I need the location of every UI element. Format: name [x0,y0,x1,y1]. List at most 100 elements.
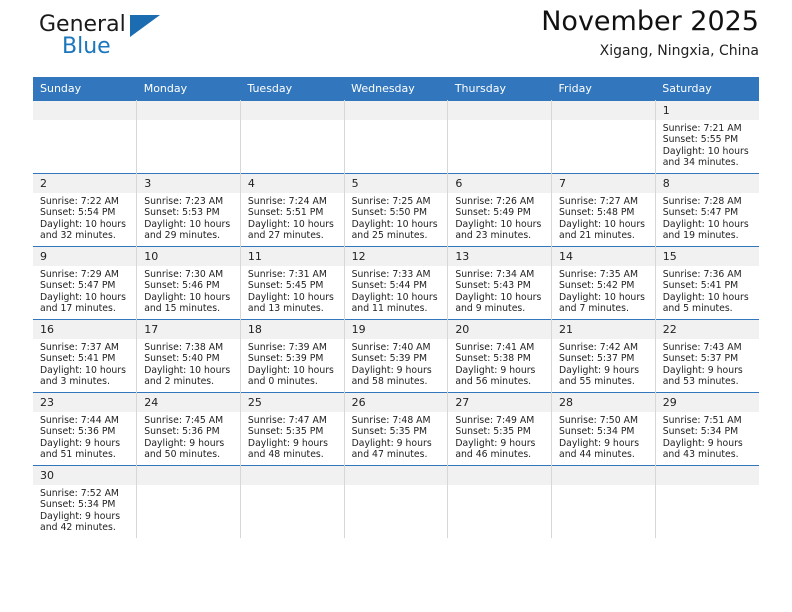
daylight-text: Daylight: 10 hours and 9 minutes. [455,291,542,315]
page-header: General Blue November 2025 Xigang, Ningx… [33,0,759,72]
sunrise-text: Sunrise: 7:33 AM [351,269,431,280]
calendar-day-cell[interactable]: 11 Sunrise: 7:31 AM Sunset: 5:45 PM Dayligh… [240,246,345,320]
day-number [33,101,137,120]
day-number: 23 [33,393,137,412]
calendar-header-row: Sunday Monday Tuesday Wednesday Thursday… [33,77,759,101]
sunrise-text: Sunrise: 7:24 AM [247,196,327,207]
day-sun-info: Sunrise: 7:48 AM Sunset: 5:35 PM Daylight:… [345,412,448,461]
calendar-week-row: 30 Sunrise: 7:52 AM Sunset: 5:34 PM Dayligh… [33,465,759,538]
calendar-day-cell[interactable]: 23 Sunrise: 7:44 AM Sunset: 5:36 PM Dayligh… [33,392,138,466]
day-number: 5 [344,174,448,193]
sunset-text: Sunset: 5:51 PM [247,207,324,219]
daylight-text: Daylight: 10 hours and 17 minutes. [40,291,126,315]
day-number: 10 [137,247,240,266]
page-subtitle: Xigang, Ningxia, China [599,43,759,60]
calendar-day-cell[interactable]: 30 Sunrise: 7:52 AM Sunset: 5:34 PM Dayligh… [33,465,138,538]
daylight-text: Daylight: 10 hours and 11 minutes. [351,291,438,315]
sunset-text: Sunset: 5:53 PM [144,207,220,219]
daylight-text: Daylight: 9 hours and 56 minutes. [455,364,536,388]
sunset-text: Sunset: 5:35 PM [351,426,428,438]
calendar-day-cell[interactable]: 21 Sunrise: 7:42 AM Sunset: 5:37 PM Dayligh… [551,319,656,393]
sunset-text: Sunset: 5:48 PM [559,207,635,219]
sunrise-text: Sunrise: 7:43 AM [662,342,742,353]
calendar-day-cell[interactable]: 15 Sunrise: 7:36 AM Sunset: 5:41 PM Dayligh… [655,246,759,320]
day-sun-info: Sunrise: 7:43 AM Sunset: 5:37 PM Daylight:… [656,339,759,388]
calendar-day-cell[interactable]: 8 Sunrise: 7:28 AM Sunset: 5:47 PM Daylight… [655,173,759,247]
calendar-day-cell[interactable]: 9 Sunrise: 7:29 AM Sunset: 5:47 PM Daylight… [33,246,138,320]
daylight-text: Daylight: 9 hours and 46 minutes. [455,437,536,461]
sunset-text: Sunset: 5:36 PM [144,426,220,438]
daylight-text: Daylight: 10 hours and 25 minutes. [351,218,438,242]
daylight-text: Daylight: 9 hours and 51 minutes. [40,437,121,461]
day-number: 17 [137,320,240,339]
calendar-week-row: 16 Sunrise: 7:37 AM Sunset: 5:41 PM Dayligh… [33,319,759,393]
sunrise-text: Sunrise: 7:26 AM [455,196,535,207]
calendar-day-cell[interactable]: 17 Sunrise: 7:38 AM Sunset: 5:40 PM Dayligh… [136,319,241,393]
day-sun-info: Sunrise: 7:45 AM Sunset: 5:36 PM Daylight:… [137,412,240,461]
calendar-day-cell[interactable]: 27 Sunrise: 7:49 AM Sunset: 5:35 PM Dayligh… [447,392,553,466]
title-block: November 2025 Xigang, Ningxia, China [541,6,759,59]
calendar-day-cell[interactable]: 1 Sunrise: 7:21 AM Sunset: 5:55 PM Daylight… [655,100,759,174]
sunrise-text: Sunrise: 7:27 AM [559,196,638,207]
sunrise-text: Sunrise: 7:51 AM [662,415,742,426]
sunset-text: Sunset: 5:42 PM [559,280,635,292]
sunrise-text: Sunrise: 7:29 AM [40,269,119,280]
calendar-day-cell[interactable]: 13 Sunrise: 7:34 AM Sunset: 5:43 PM Dayligh… [447,246,553,320]
calendar-day-cell[interactable]: 2 Sunrise: 7:22 AM Sunset: 5:54 PM Daylight… [33,173,138,247]
calendar-day-cell[interactable]: 22 Sunrise: 7:43 AM Sunset: 5:37 PM Dayligh… [655,319,759,393]
day-sun-info: Sunrise: 7:50 AM Sunset: 5:34 PM Daylight:… [552,412,655,461]
calendar-day-cell[interactable]: 14 Sunrise: 7:35 AM Sunset: 5:42 PM Dayligh… [551,246,656,320]
calendar-day-cell[interactable]: 26 Sunrise: 7:48 AM Sunset: 5:35 PM Dayligh… [344,392,449,466]
day-number: 19 [344,320,448,339]
daylight-text: Daylight: 9 hours and 58 minutes. [351,364,432,388]
day-number: 1 [655,101,759,120]
calendar-day-cell[interactable]: 25 Sunrise: 7:47 AM Sunset: 5:35 PM Dayligh… [240,392,345,466]
brand-logo[interactable]: General Blue [33,12,213,68]
day-number: 4 [240,174,344,193]
day-number: 14 [552,247,655,266]
day-number: 8 [655,174,759,193]
sunset-text: Sunset: 5:35 PM [247,426,324,438]
day-sun-info: Sunrise: 7:31 AM Sunset: 5:45 PM Daylight:… [241,266,344,315]
calendar-day-cell[interactable]: 29 Sunrise: 7:51 AM Sunset: 5:34 PM Dayligh… [655,392,759,466]
day-sun-info: Sunrise: 7:36 AM Sunset: 5:41 PM Daylight:… [656,266,759,315]
daylight-text: Daylight: 10 hours and 32 minutes. [40,218,126,242]
sunset-text: Sunset: 5:41 PM [662,280,739,292]
day-sun-info: Sunrise: 7:42 AM Sunset: 5:37 PM Daylight:… [552,339,655,388]
calendar-day-cell[interactable]: 20 Sunrise: 7:41 AM Sunset: 5:38 PM Dayligh… [447,319,553,393]
daylight-text: Daylight: 10 hours and 0 minutes. [247,364,334,388]
day-number: 11 [240,247,344,266]
calendar-day-cell[interactable]: 5 Sunrise: 7:25 AM Sunset: 5:50 PM Daylight… [344,173,449,247]
day-number: 21 [552,320,655,339]
day-sun-info: Sunrise: 7:33 AM Sunset: 5:44 PM Daylight:… [345,266,448,315]
calendar-day-cell[interactable]: 24 Sunrise: 7:45 AM Sunset: 5:36 PM Dayligh… [136,392,241,466]
day-number [448,466,552,485]
sunset-text: Sunset: 5:37 PM [662,353,739,365]
calendar-week-row: 1 Sunrise: 7:21 AM Sunset: 5:55 PM Daylight… [33,100,759,174]
sunset-text: Sunset: 5:39 PM [247,353,324,365]
calendar-day-cell-empty [344,465,449,538]
day-sun-info: Sunrise: 7:38 AM Sunset: 5:40 PM Daylight:… [137,339,240,388]
daylight-text: Daylight: 10 hours and 2 minutes. [144,364,231,388]
calendar-day-cell[interactable]: 19 Sunrise: 7:40 AM Sunset: 5:39 PM Dayligh… [344,319,449,393]
calendar-day-cell[interactable]: 12 Sunrise: 7:33 AM Sunset: 5:44 PM Dayligh… [344,246,449,320]
day-number [448,101,552,120]
day-number: 6 [448,174,552,193]
calendar-day-cell[interactable]: 3 Sunrise: 7:23 AM Sunset: 5:53 PM Daylight… [136,173,241,247]
calendar-day-cell[interactable]: 7 Sunrise: 7:27 AM Sunset: 5:48 PM Daylight… [551,173,656,247]
calendar-day-cell[interactable]: 10 Sunrise: 7:30 AM Sunset: 5:46 PM Dayligh… [136,246,241,320]
sunrise-text: Sunrise: 7:41 AM [455,342,535,353]
day-number [137,466,240,485]
day-sun-info: Sunrise: 7:22 AM Sunset: 5:54 PM Daylight:… [33,193,136,242]
brand-triangle-icon [130,15,160,37]
calendar-day-cell[interactable]: 18 Sunrise: 7:39 AM Sunset: 5:39 PM Dayligh… [240,319,345,393]
calendar-day-cell[interactable]: 16 Sunrise: 7:37 AM Sunset: 5:41 PM Dayligh… [33,319,138,393]
daylight-text: Daylight: 9 hours and 55 minutes. [559,364,640,388]
day-number: 29 [655,393,759,412]
sunset-text: Sunset: 5:39 PM [351,353,428,365]
calendar-day-cell[interactable]: 4 Sunrise: 7:24 AM Sunset: 5:51 PM Daylight… [240,173,345,247]
calendar-day-cell[interactable]: 6 Sunrise: 7:26 AM Sunset: 5:49 PM Daylight… [447,173,553,247]
day-number: 25 [240,393,344,412]
sunrise-text: Sunrise: 7:48 AM [351,415,431,426]
calendar-day-cell[interactable]: 28 Sunrise: 7:50 AM Sunset: 5:34 PM Dayligh… [551,392,656,466]
